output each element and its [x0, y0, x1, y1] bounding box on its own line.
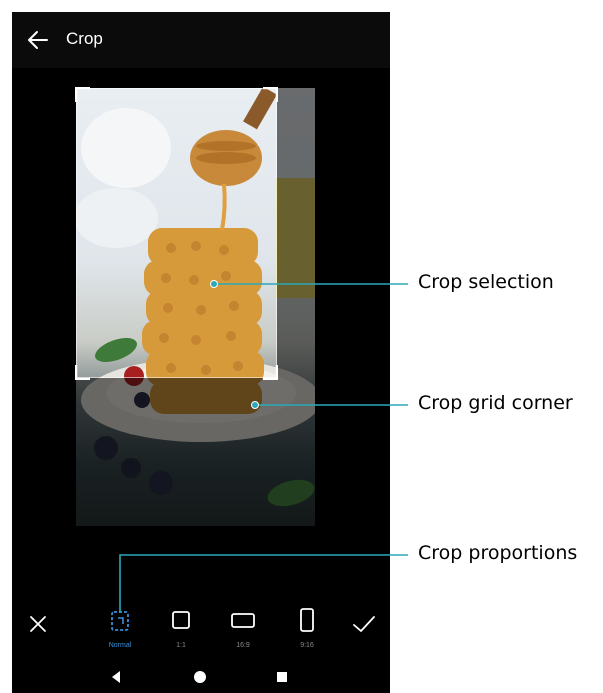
- crop-corner-top-right[interactable]: [262, 87, 278, 103]
- crop-corner-bottom-left[interactable]: [75, 364, 91, 380]
- crop-shade-bottom: [76, 378, 277, 526]
- crop-corner-bottom-right[interactable]: [262, 364, 278, 380]
- portrait-ratio-icon: [300, 608, 314, 632]
- title-bar: Crop: [12, 12, 390, 68]
- confirm-button[interactable]: [342, 598, 386, 658]
- triangle-back-icon[interactable]: [104, 667, 128, 687]
- ratio-normal-button[interactable]: Normal: [98, 598, 142, 658]
- square-recent-icon[interactable]: [270, 667, 294, 687]
- circle-home-icon[interactable]: [188, 667, 212, 687]
- landscape-ratio-icon: [231, 613, 255, 628]
- crop-selection[interactable]: [76, 88, 277, 378]
- ratio-16-9-label: 16:9: [236, 642, 250, 649]
- ratio-1-1-button[interactable]: 1:1: [159, 598, 203, 658]
- page-title: Crop: [66, 29, 103, 48]
- arrow-left-icon: [28, 31, 48, 49]
- ratio-9-16-label: 9:16: [300, 642, 314, 649]
- crop-free-icon: [111, 611, 129, 631]
- crop-shade-right: [277, 88, 315, 526]
- phone-screen: Crop Normal 1:1 16:9 9:16: [12, 12, 390, 693]
- crop-corner-top-left[interactable]: [75, 87, 91, 103]
- close-icon: [30, 616, 46, 632]
- ratio-normal-label: Normal: [108, 642, 132, 649]
- ratio-16-9-button[interactable]: 16:9: [221, 598, 265, 658]
- cancel-button[interactable]: [16, 598, 60, 658]
- back-button[interactable]: [24, 26, 52, 54]
- ratio-9-16-button[interactable]: 9:16: [285, 598, 329, 658]
- ratio-1-1-label: 1:1: [176, 642, 186, 649]
- callout-crop-proportions: Crop proportions: [418, 542, 578, 564]
- crop-toolbar: Normal 1:1 16:9 9:16: [12, 598, 390, 658]
- callout-crop-grid-corner: Crop grid corner: [418, 392, 573, 414]
- system-nav-bar: [12, 660, 390, 693]
- callout-crop-selection: Crop selection: [418, 271, 554, 293]
- check-icon: [353, 616, 375, 632]
- square-ratio-icon: [172, 611, 190, 629]
